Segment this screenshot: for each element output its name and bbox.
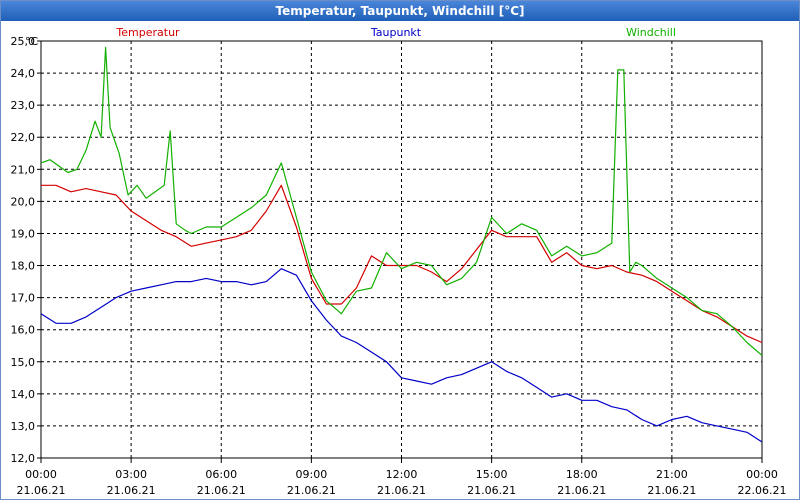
y-tick-label: 15,0 — [11, 356, 36, 369]
x-tick-date: 21.06.21 — [377, 484, 426, 497]
y-tick-label: 13,0 — [11, 420, 36, 433]
x-tick-date: 22.06.21 — [738, 484, 787, 497]
y-axis-unit: °C — [25, 35, 39, 48]
x-tick-time: 21:00 — [656, 468, 688, 481]
legend-label-temperatur: Temperatur — [115, 26, 180, 39]
legend-label-windchill: Windchill — [626, 26, 676, 39]
x-tick-time: 00:00 — [746, 468, 778, 481]
x-tick-time: 15:00 — [476, 468, 508, 481]
y-tick-label: 12,0 — [11, 452, 36, 465]
grid-lines — [41, 41, 762, 458]
x-tick-date: 21.06.21 — [17, 484, 66, 497]
x-tick-date: 21.06.21 — [107, 484, 156, 497]
x-tick-date: 21.06.21 — [557, 484, 606, 497]
y-tick-label: 22,0 — [11, 131, 36, 144]
x-tick-time: 12:00 — [386, 468, 418, 481]
x-tick-date: 21.06.21 — [647, 484, 696, 497]
legend-label-taupunkt: Taupunkt — [370, 26, 422, 39]
y-tick-label: 21,0 — [11, 163, 36, 176]
y-tick-label: 14,0 — [11, 388, 36, 401]
y-tick-label: 24,0 — [11, 67, 36, 80]
y-tick-label: 17,0 — [11, 292, 36, 305]
x-tick-date: 21.06.21 — [467, 484, 516, 497]
x-tick-date: 21.06.21 — [197, 484, 246, 497]
x-tick-time: 00:00 — [25, 468, 57, 481]
chart-canvas: 12,0 13,0 14,0 15,0 16,0 17,0 18,0 19,0 20,0 21,0… — [11, 26, 787, 497]
x-tick-time: 09:00 — [296, 468, 328, 481]
y-tick-label: 16,0 — [11, 324, 36, 337]
x-tick-time: 06:00 — [205, 468, 237, 481]
x-tick-time: 03:00 — [115, 468, 147, 481]
x-tick-time: 18:00 — [566, 468, 598, 481]
series-lines — [40, 46, 763, 443]
y-tick-label: 18,0 — [11, 260, 36, 273]
x-tick-date: 21.06.21 — [287, 484, 336, 497]
y-tick-label: 19,0 — [11, 227, 36, 240]
y-tick-label: 20,0 — [11, 195, 36, 208]
legend: Temperatur Taupunkt Windchill — [115, 26, 676, 39]
y-tick-label: 23,0 — [11, 99, 36, 112]
